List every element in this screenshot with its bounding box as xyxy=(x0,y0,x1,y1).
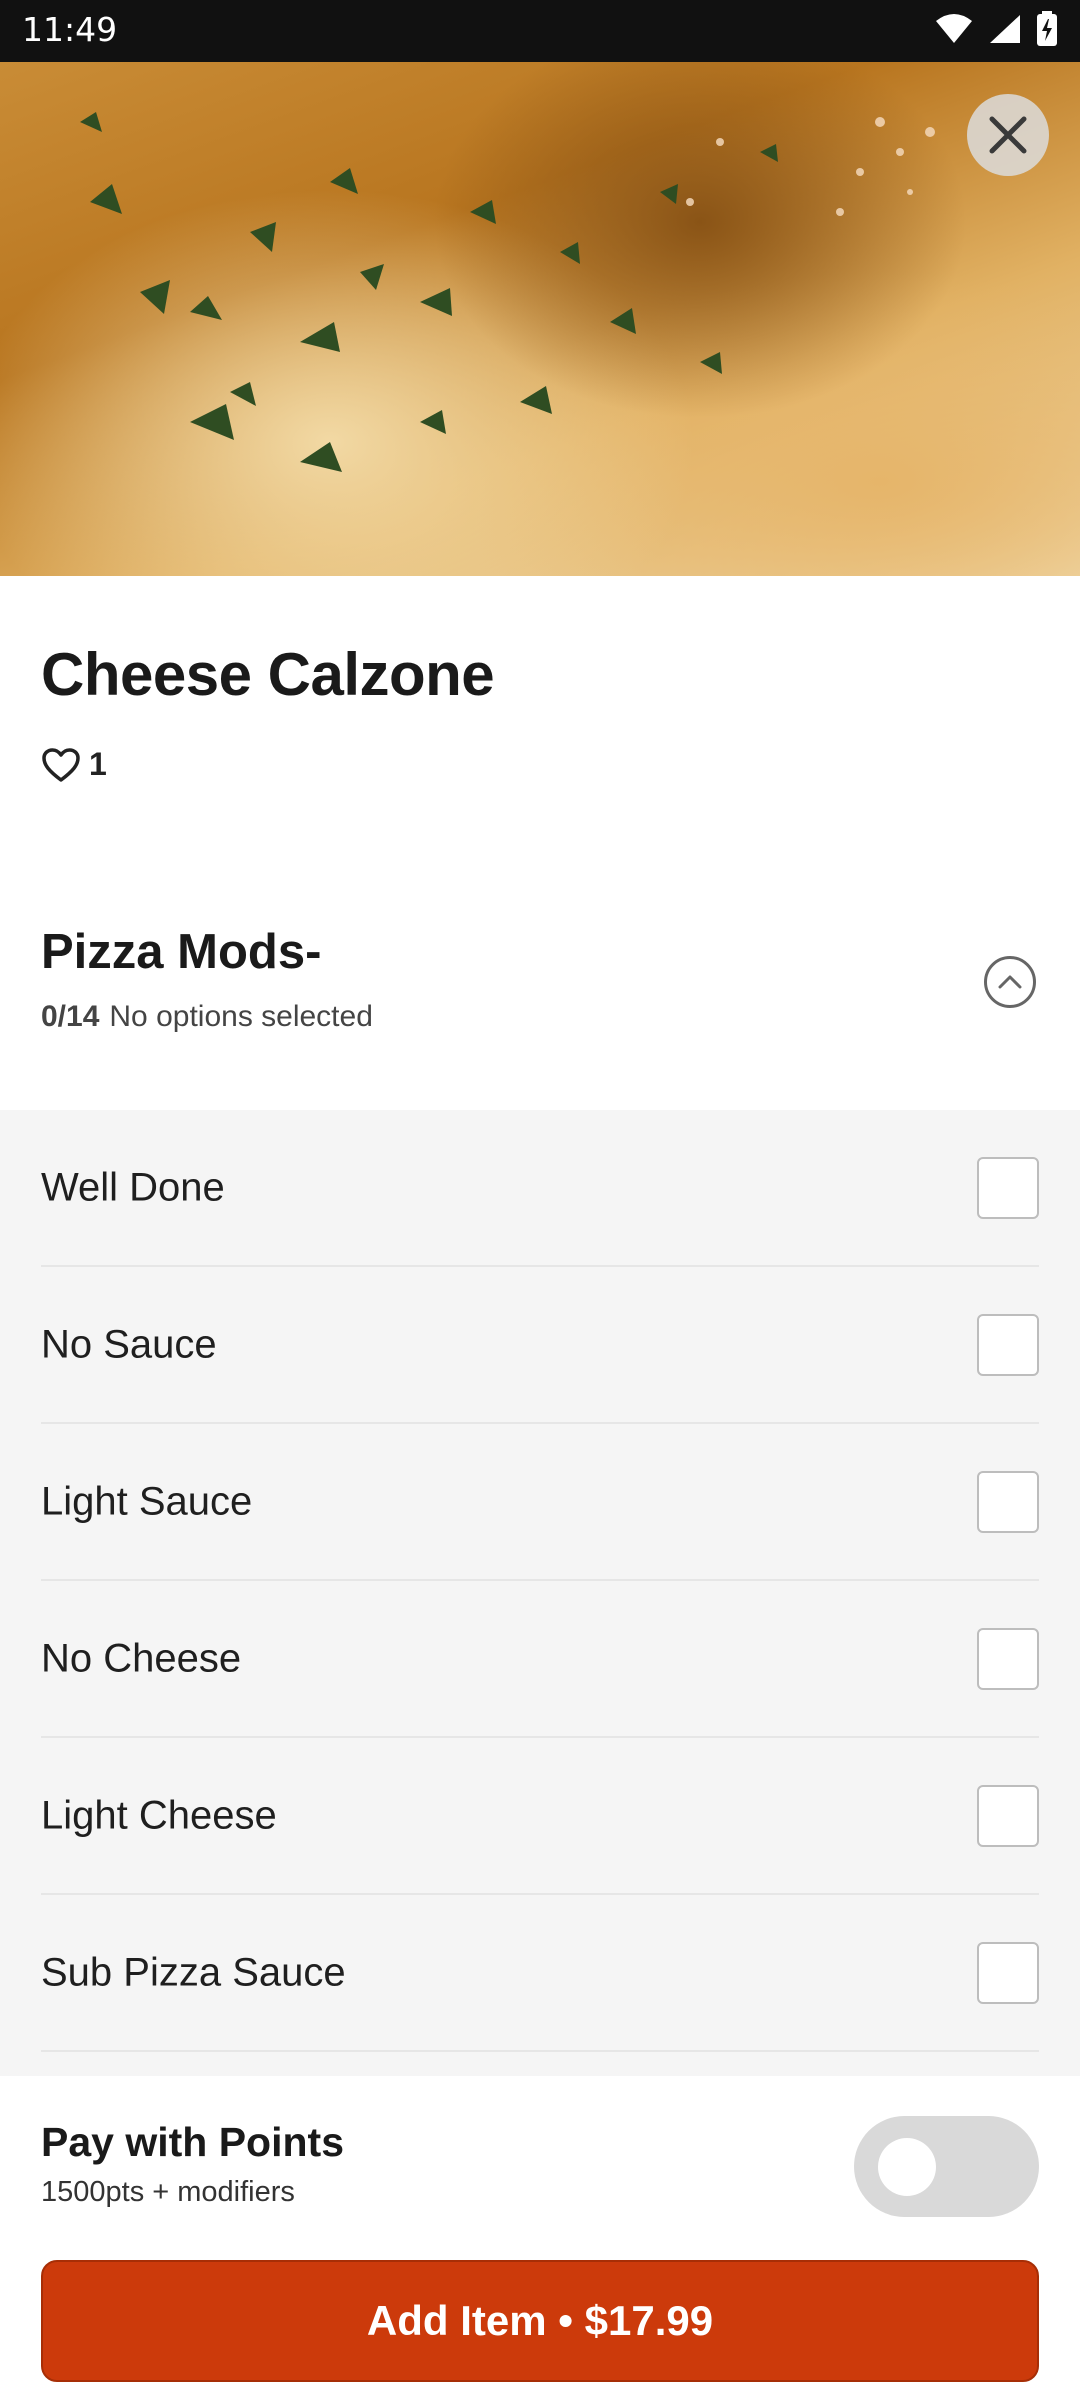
item-detail-screen: 11:49 Cheese Calzone 1 Pizza Mods- 0/14 … xyxy=(0,0,1080,2400)
chevron-up-circle-icon xyxy=(998,975,1022,989)
battery-icon xyxy=(1036,10,1058,52)
collapse-group-button[interactable] xyxy=(984,956,1036,1008)
option-label: Light Cheese xyxy=(41,1793,277,1837)
option-row[interactable]: Well Done xyxy=(41,1110,1039,1267)
option-label: Light Sauce xyxy=(41,1479,253,1523)
modifier-group-status: 0/14 No options selected xyxy=(41,1000,373,1034)
option-label: No Sauce xyxy=(41,1322,217,1366)
pay-with-points-subtitle: 1500pts + modifiers xyxy=(41,2176,295,2208)
option-checkbox[interactable] xyxy=(977,1627,1039,1690)
status-icons xyxy=(934,10,1058,50)
status-time: 11:49 xyxy=(22,10,118,49)
pay-with-points-title: Pay with Points xyxy=(41,2119,344,2165)
option-row[interactable]: No Cheese xyxy=(41,1581,1039,1738)
close-icon xyxy=(989,116,1027,154)
option-row[interactable]: No Sauce xyxy=(41,1267,1039,1424)
option-checkbox[interactable] xyxy=(977,1941,1039,2004)
likes-count: 1 xyxy=(89,746,107,782)
option-row[interactable]: Light Cheese xyxy=(41,1738,1039,1895)
option-label: Sub Pizza Sauce xyxy=(41,1950,346,1994)
pay-with-points-toggle[interactable] xyxy=(854,2116,1039,2217)
add-item-button[interactable]: Add Item • $17.99 xyxy=(41,2260,1039,2382)
option-label: Well Done xyxy=(41,1165,225,1209)
heart-outline-icon xyxy=(42,747,80,782)
wifi-icon xyxy=(934,13,974,50)
modifier-group-title: Pizza Mods- xyxy=(41,925,322,979)
selected-text: No options selected xyxy=(109,1000,373,1033)
item-title: Cheese Calzone xyxy=(41,641,495,708)
like-button[interactable]: 1 xyxy=(41,746,107,783)
calzone-photo xyxy=(0,62,1080,576)
option-label: No Cheese xyxy=(41,1636,242,1680)
option-checkbox[interactable] xyxy=(977,1470,1039,1533)
status-bar: 11:49 xyxy=(0,0,1080,62)
option-checkbox[interactable] xyxy=(977,1784,1039,1847)
herb-specks xyxy=(80,112,935,472)
option-checkbox[interactable] xyxy=(977,1156,1039,1219)
option-row[interactable]: Sub Pizza Sauce xyxy=(41,1895,1039,2052)
toggle-knob xyxy=(878,2138,936,2196)
selected-count: 0/14 xyxy=(41,1000,100,1033)
option-row[interactable]: Light Sauce xyxy=(41,1424,1039,1581)
option-checkbox[interactable] xyxy=(977,1313,1039,1376)
bottom-action-bar: Pay with Points 1500pts + modifiers Add … xyxy=(0,2076,1080,2400)
signal-icon xyxy=(988,13,1022,50)
close-button[interactable] xyxy=(967,94,1049,176)
modifier-options-list: Well Done No Sauce Light Sauce No Cheese… xyxy=(0,1110,1080,2076)
